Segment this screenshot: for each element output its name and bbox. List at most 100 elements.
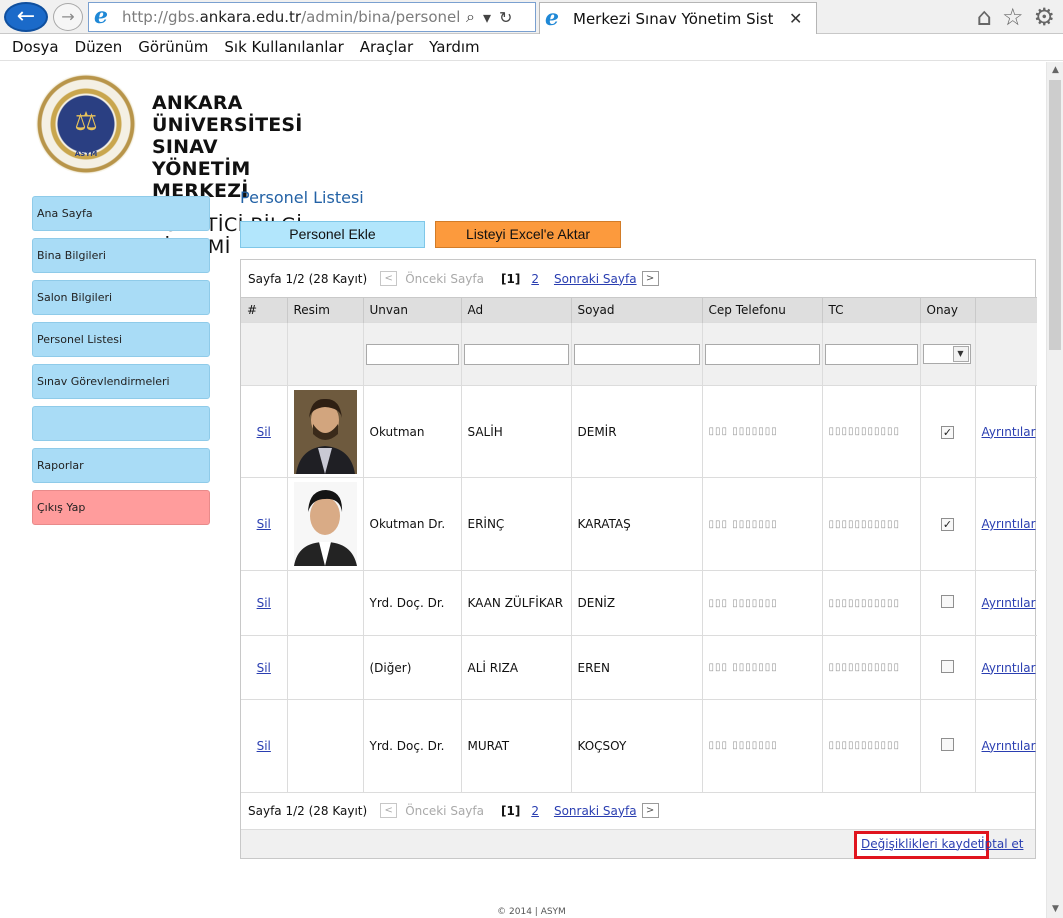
filter-tc-input[interactable] (824, 343, 918, 365)
sidebar-item-staff-list[interactable]: Personel Listesi (32, 322, 210, 357)
favorites-star-icon[interactable]: ☆ (1002, 3, 1024, 31)
export-excel-button[interactable]: Listeyi Excel'e Aktar (435, 221, 621, 248)
back-icon[interactable]: ← (4, 2, 48, 32)
approval-checkbox[interactable] (941, 595, 954, 608)
forward-icon[interactable]: → (53, 3, 83, 31)
menu-tools[interactable]: Araçlar (360, 38, 413, 56)
cell-surname: DEMİR (571, 385, 703, 478)
save-changes-link[interactable]: Değişiklikleri kaydet (854, 830, 990, 859)
sidebar-item-empty[interactable] (32, 406, 210, 441)
filter-title-input[interactable] (365, 343, 459, 365)
col-header-name: Ad (461, 297, 572, 323)
table-row: Sil Okutman Dr. ERİNÇ KARATAŞ ▯▯▯ ▯▯▯▯▯▯… (241, 477, 1037, 571)
menu-file[interactable]: Dosya (12, 38, 59, 56)
ie-logo-icon: e (94, 3, 108, 29)
prev-page-link: Önceki Sayfa (405, 803, 484, 818)
university-logo: ⚖ ASYM (36, 74, 136, 174)
refresh-icon[interactable]: ↻ (499, 8, 512, 27)
delete-link[interactable]: Sil (257, 596, 271, 610)
cell-surname: KOÇSOY (571, 699, 703, 792)
cell-phone: ▯▯▯ ▯▯▯▯▯▯▯ (702, 385, 823, 478)
table-row: Sil Yrd. Doç. Dr. MURAT KOÇSOY ▯▯▯ ▯▯▯▯▯… (241, 699, 1037, 792)
approval-checkbox[interactable]: ✓ (941, 518, 954, 531)
browser-tab[interactable]: e Merkezi Sınav Yönetim Sist... ✕ (539, 2, 817, 34)
table-row: Sil Yrd. Doç. Dr. KAAN ZÜLFİKAR DENİZ ▯▯… (241, 570, 1037, 636)
delete-link[interactable]: Sil (257, 661, 271, 675)
menu-help[interactable]: Yardım (429, 38, 480, 56)
page-2-link[interactable]: 2 (531, 272, 539, 286)
cell-name: ERİNÇ (461, 477, 572, 571)
cancel-link[interactable]: İptal et (981, 837, 1023, 851)
page-2-link[interactable]: 2 (531, 804, 539, 818)
tab-title: Merkezi Sınav Yönetim Sist... (573, 9, 773, 28)
home-icon[interactable]: ⌂ (977, 3, 992, 31)
approval-checkbox[interactable] (941, 659, 954, 673)
tab-ie-icon: e (545, 4, 559, 31)
filter-row: ▼ (241, 322, 1037, 386)
approval-checkbox[interactable]: ✓ (941, 425, 954, 439)
details-link[interactable]: Ayrıntılar (982, 596, 1036, 610)
delete-link[interactable]: Sil (257, 517, 271, 531)
vertical-scrollbar[interactable]: ▲ ▼ (1046, 62, 1063, 918)
details-link[interactable]: Ayrıntılar (982, 425, 1036, 439)
scroll-up-icon[interactable]: ▲ (1047, 62, 1063, 79)
logo-caption: ASYM (74, 150, 98, 158)
next-page-link[interactable]: Sonraki Sayfa (554, 272, 637, 286)
delete-link[interactable]: Sil (257, 425, 271, 439)
main-content: Personel Listesi Personel Ekle Listeyi E… (240, 188, 1037, 859)
filter-name-input[interactable] (463, 343, 569, 365)
scroll-down-icon[interactable]: ▼ (1047, 901, 1063, 918)
settings-gear-icon[interactable]: ⚙ (1033, 3, 1055, 31)
details-link[interactable]: Ayrıntılar (982, 517, 1036, 531)
cell-surname: KARATAŞ (571, 477, 703, 571)
next-page-link[interactable]: Sonraki Sayfa (554, 804, 637, 818)
next-page-icon[interactable]: > (641, 803, 659, 818)
menu-view[interactable]: Görünüm (138, 38, 208, 56)
staff-photo (293, 482, 357, 566)
cell-title: (Diğer) (363, 635, 462, 700)
sidebar-item-logout[interactable]: Çıkış Yap (32, 490, 210, 525)
cell-phone: ▯▯▯ ▯▯▯▯▯▯▯ (702, 635, 823, 700)
next-page-icon[interactable]: > (641, 271, 659, 286)
cell-title: Yrd. Doç. Dr. (363, 570, 462, 636)
sidebar-item-rooms[interactable]: Salon Bilgileri (32, 280, 210, 315)
search-icon[interactable]: ⌕ (466, 7, 475, 27)
sidebar-item-exam-assignments[interactable]: Sınav Görevlendirmeleri (32, 364, 210, 399)
menu-favorites[interactable]: Sık Kullanılanlar (224, 38, 343, 56)
col-header-title: Unvan (363, 297, 462, 323)
col-header-tc: TC (822, 297, 921, 323)
cell-name: KAAN ZÜLFİKAR (461, 570, 572, 636)
delete-link[interactable]: Sil (257, 739, 271, 753)
menu-edit[interactable]: Düzen (75, 38, 123, 56)
scroll-thumb[interactable] (1049, 80, 1061, 350)
sidebar-item-reports[interactable]: Raporlar (32, 448, 210, 483)
details-link[interactable]: Ayrıntılar (982, 661, 1036, 675)
menu-bar: Dosya Düzen Görünüm Sık Kullanılanlar Ar… (0, 34, 1063, 61)
cell-phone: ▯▯▯ ▯▯▯▯▯▯▯ (702, 477, 823, 571)
cell-name: MURAT (461, 699, 572, 792)
save-bar: Değişiklikleri kaydet İptal et (241, 828, 1035, 859)
page-viewport: ⚖ ASYM ANKARA ÜNİVERSİTESİ SINAV YÖNETİM… (0, 62, 1063, 918)
prev-page-icon: < (380, 803, 398, 818)
cell-phone: ▯▯▯ ▯▯▯▯▯▯▯ (702, 570, 823, 636)
url-text[interactable]: http://gbs.ankara.edu.tr/admin/bina/pers… (122, 8, 460, 26)
cell-name: SALİH (461, 385, 572, 478)
dropdown-icon[interactable]: ▾ (483, 8, 491, 27)
address-bar[interactable]: e http://gbs.ankara.edu.tr/admin/bina/pe… (88, 2, 536, 32)
prev-page-link: Önceki Sayfa (405, 271, 484, 286)
pager-info: Sayfa 1/2 (28 Kayıt) (248, 271, 368, 286)
sidebar-item-home[interactable]: Ana Sayfa (32, 196, 210, 231)
close-tab-icon[interactable]: ✕ (789, 9, 802, 28)
staff-photo (293, 389, 357, 474)
current-page: [1] (500, 271, 521, 286)
approval-checkbox[interactable] (941, 737, 954, 751)
chevron-down-icon: ▼ (952, 346, 969, 362)
sidebar-item-buildings[interactable]: Bina Bilgileri (32, 238, 210, 273)
filter-surname-input[interactable] (573, 343, 700, 365)
staff-table: # Resim Unvan Ad Soyad Cep Telefonu TC O… (241, 297, 1037, 792)
filter-approval-select[interactable]: ▼ (922, 344, 971, 364)
filter-phone-input[interactable] (704, 343, 820, 365)
add-staff-button[interactable]: Personel Ekle (240, 221, 425, 248)
details-link[interactable]: Ayrıntılar (982, 739, 1036, 753)
pager-top: Sayfa 1/2 (28 Kayıt) < Önceki Sayfa [1] … (241, 260, 1035, 297)
